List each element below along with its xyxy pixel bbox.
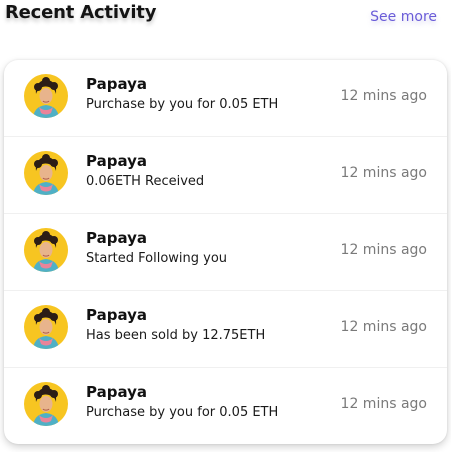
user-avatar-icon (24, 228, 68, 272)
activity-timestamp: 12 mins ago (340, 88, 427, 104)
activity-description: Has been sold by 12.75ETH (86, 328, 266, 343)
activity-item[interactable]: Papaya Has been sold by 12.75ETH 12 mins… (4, 291, 447, 368)
user-avatar-icon (24, 305, 68, 349)
see-more-link[interactable]: See more (370, 9, 437, 25)
user-avatar-icon (24, 74, 68, 118)
activity-description: Started Following you (86, 251, 228, 266)
section-title: Recent Activity (5, 2, 157, 23)
activity-description: Purchase by you for 0.05 ETH (86, 405, 279, 420)
activity-user-name: Papaya (86, 229, 148, 247)
activity-card: Papaya Purchase by you for 0.05 ETH 12 m… (4, 60, 447, 444)
activity-item[interactable]: Papaya Started Following you 12 mins ago (4, 214, 447, 291)
activity-timestamp: 12 mins ago (340, 396, 427, 412)
user-avatar-icon (24, 151, 68, 195)
activity-user-name: Papaya (86, 75, 148, 93)
activity-item[interactable]: Papaya 0.06ETH Received 12 mins ago (4, 137, 447, 214)
activity-user-name: Papaya (86, 306, 148, 324)
activity-description: Purchase by you for 0.05 ETH (86, 97, 279, 112)
recent-activity-widget: Recent Activity See more Papaya Purchase (0, 0, 451, 452)
activity-timestamp: 12 mins ago (340, 165, 427, 181)
activity-user-name: Papaya (86, 152, 148, 170)
activity-description: 0.06ETH Received (86, 174, 205, 189)
activity-item[interactable]: Papaya Purchase by you for 0.05 ETH 12 m… (4, 368, 447, 444)
user-avatar-icon (24, 382, 68, 426)
activity-user-name: Papaya (86, 383, 148, 401)
activity-item[interactable]: Papaya Purchase by you for 0.05 ETH 12 m… (4, 60, 447, 137)
section-header: Recent Activity See more (0, 0, 451, 40)
activity-timestamp: 12 mins ago (340, 319, 427, 335)
activity-timestamp: 12 mins ago (340, 242, 427, 258)
